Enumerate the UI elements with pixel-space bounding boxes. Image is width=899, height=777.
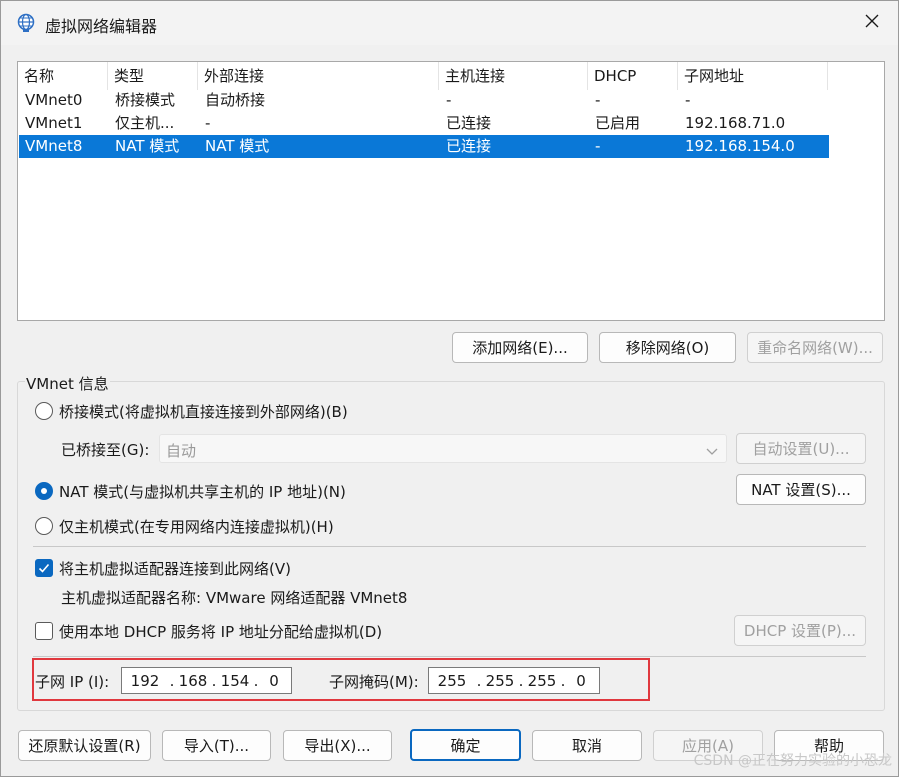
cell-subnet: 192.168.71.0: [685, 114, 786, 132]
nat-settings-button[interactable]: NAT 设置(S)...: [736, 474, 866, 505]
column-header-dhcp[interactable]: DHCP: [588, 62, 678, 90]
dhcp-checkbox[interactable]: [35, 622, 53, 640]
virtual-network-editor-window: 虚拟网络编辑器 名称 类型 外部连接 主机连接 DHCP 子网地址 VMnet0…: [0, 0, 899, 777]
cell-external: -: [205, 114, 211, 132]
cell-type: 仅主机...: [115, 114, 175, 132]
cell-name: VMnet0: [25, 91, 83, 109]
host-only-radio[interactable]: [35, 517, 53, 535]
import-button[interactable]: 导入(T)...: [162, 730, 271, 761]
table-row-selected[interactable]: VMnet8 NAT 模式 NAT 模式 已连接 - 192.168.154.0: [19, 135, 829, 158]
network-list[interactable]: 名称 类型 外部连接 主机连接 DHCP 子网地址 VMnet0 桥接模式 自动…: [17, 61, 885, 321]
vmnet-info-group-label: VMnet 信息: [25, 373, 110, 394]
network-list-header: 名称 类型 外部连接 主机连接 DHCP 子网地址: [18, 62, 884, 90]
export-button[interactable]: 导出(X)...: [283, 730, 392, 761]
bridged-to-label: 已桥接至(G):: [61, 441, 150, 459]
cell-dhcp: 已启用: [595, 114, 641, 132]
host-only-label[interactable]: 仅主机模式(在专用网络内连接虚拟机)(H): [59, 516, 334, 537]
adapter-name-text: 主机虚拟适配器名称: VMware 网络适配器 VMnet8: [61, 589, 408, 607]
column-header-subnet[interactable]: 子网地址: [678, 62, 828, 90]
table-row[interactable]: VMnet0 桥接模式 自动桥接 - - -: [19, 89, 829, 112]
cell-type: 桥接模式: [115, 91, 176, 109]
globe-network-icon: [16, 13, 36, 33]
table-row[interactable]: VMnet1 仅主机... - 已连接 已启用 192.168.71.0: [19, 112, 829, 135]
cancel-button[interactable]: 取消: [532, 730, 642, 761]
cell-external: NAT 模式: [205, 137, 270, 155]
bridged-mode-radio[interactable]: [35, 402, 53, 420]
bridged-to-select[interactable]: 自动: [159, 434, 727, 463]
bridged-mode-label[interactable]: 桥接模式(将虚拟机直接连接到外部网络)(B): [59, 401, 348, 422]
cell-subnet: -: [685, 91, 691, 109]
close-button[interactable]: [852, 3, 892, 43]
annotation-highlight-box: [32, 658, 650, 701]
cell-dhcp: -: [595, 91, 601, 109]
restore-defaults-button[interactable]: 还原默认设置(R): [18, 730, 151, 761]
auto-settings-button[interactable]: 自动设置(U)...: [736, 433, 866, 464]
connect-adapter-checkbox[interactable]: [35, 559, 53, 577]
cell-host: 已连接: [446, 137, 492, 155]
column-header-host[interactable]: 主机连接: [439, 62, 588, 90]
dhcp-label[interactable]: 使用本地 DHCP 服务将 IP 地址分配给虚拟机(D): [59, 621, 382, 642]
dhcp-settings-button[interactable]: DHCP 设置(P)...: [734, 615, 866, 646]
column-header-name[interactable]: 名称: [18, 62, 108, 90]
remove-network-button[interactable]: 移除网络(O): [599, 332, 736, 363]
column-header-type[interactable]: 类型: [108, 62, 198, 90]
watermark-text: CSDN @正在努力实验的小恐龙: [693, 753, 892, 769]
chevron-down-icon: [706, 443, 718, 461]
connect-adapter-label[interactable]: 将主机虚拟适配器连接到此网络(V): [59, 558, 291, 579]
add-network-button[interactable]: 添加网络(E)...: [452, 332, 588, 363]
cell-external: 自动桥接: [205, 91, 266, 109]
window-title: 虚拟网络编辑器: [45, 17, 158, 36]
title-bar: 虚拟网络编辑器: [1, 1, 898, 45]
checkmark-icon: [38, 563, 50, 573]
separator: [33, 656, 866, 657]
close-icon: [864, 13, 880, 33]
nat-mode-label[interactable]: NAT 模式(与虚拟机共享主机的 IP 地址)(N): [59, 481, 346, 502]
rename-network-button[interactable]: 重命名网络(W)...: [747, 332, 883, 363]
cell-host: 已连接: [446, 114, 492, 132]
cell-dhcp: -: [595, 137, 601, 155]
cell-name: VMnet8: [25, 137, 83, 155]
cell-name: VMnet1: [25, 114, 83, 132]
cell-type: NAT 模式: [115, 137, 180, 155]
cell-subnet: 192.168.154.0: [685, 137, 795, 155]
column-header-external[interactable]: 外部连接: [198, 62, 439, 90]
separator: [33, 546, 866, 547]
nat-mode-radio[interactable]: [35, 482, 53, 500]
bridged-to-value: 自动: [166, 442, 197, 460]
cell-host: -: [446, 91, 452, 109]
ok-button[interactable]: 确定: [410, 729, 521, 761]
